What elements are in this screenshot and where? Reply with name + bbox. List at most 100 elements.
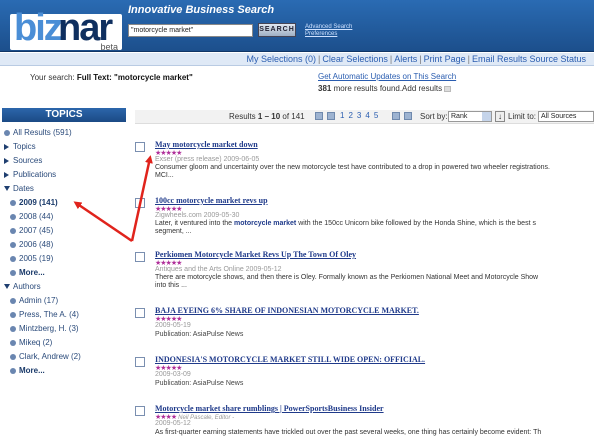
- sidebar-item-label: 2005 (19): [19, 254, 54, 263]
- sidebar-item-authors[interactable]: Authors: [4, 282, 41, 291]
- sidebar-date-2009[interactable]: 2009 (141): [10, 198, 58, 207]
- bullet-icon: [10, 269, 16, 276]
- sidebar-item-label: 2008 (44): [19, 212, 54, 221]
- result-item: INDONESIA'S MOTORCYCLE MARKET STILL WIDE…: [135, 355, 594, 395]
- result-checkbox[interactable]: [135, 308, 145, 318]
- header-links: Advanced Search Preferences: [305, 24, 352, 38]
- advanced-search-link[interactable]: Advanced Search: [305, 24, 352, 31]
- sidebar-author-mintzberg[interactable]: Mintzberg, H. (3): [10, 324, 79, 333]
- sidebar-author-admin[interactable]: Admin (17): [10, 296, 58, 305]
- result-meta: 2009-05-19: [155, 322, 191, 329]
- auto-updates-link[interactable]: Get Automatic Updates on This Search: [318, 72, 456, 81]
- results-toolbar: Results 1 – 10 of 141 12345 Sort by: Ran…: [135, 110, 594, 124]
- result-title-link[interactable]: May motorcycle market down: [155, 140, 258, 149]
- result-item: BAJA EYEING 6% SHARE OF INDONESIAN MOTOR…: [135, 306, 594, 346]
- result-checkbox[interactable]: [135, 198, 145, 208]
- bullet-icon: [10, 297, 16, 304]
- sidebar-item-label: Publications: [13, 170, 57, 179]
- results-count: Results 1 – 10 of 141: [229, 112, 305, 121]
- last-page-icon[interactable]: [404, 112, 412, 120]
- next-page-icon[interactable]: [392, 112, 400, 120]
- sort-select[interactable]: Rank: [448, 111, 492, 122]
- prev-page-icon[interactable]: [327, 112, 335, 120]
- limit-label: Limit to:: [508, 112, 537, 121]
- sidebar-item-publications[interactable]: Publications: [4, 170, 56, 179]
- result-snippet-line: There are motorcycle shows, and then the…: [155, 274, 539, 281]
- more-results-label[interactable]: more results found.Add results: [331, 84, 443, 93]
- pagination: 12345: [340, 111, 382, 120]
- result-title-link[interactable]: BAJA EYEING 6% SHARE OF INDONESIAN MOTOR…: [155, 306, 419, 315]
- collapse-down-icon: [4, 186, 10, 192]
- sidebar-date-2007[interactable]: 2007 (45): [10, 226, 53, 235]
- sidebar-item-sources[interactable]: Sources: [4, 156, 42, 165]
- sidebar-author-clark[interactable]: Clark, Andrew (2): [10, 352, 81, 361]
- sidebar-item-label: All Results (591): [13, 128, 72, 137]
- expand-right-icon: [4, 171, 9, 178]
- sidebar-author-press[interactable]: Press, The A. (4): [10, 310, 79, 319]
- result-checkbox[interactable]: [135, 406, 145, 416]
- page-3[interactable]: 3: [357, 111, 361, 120]
- sidebar-item-dates[interactable]: Dates: [4, 184, 34, 193]
- results-range: 1 – 10: [257, 112, 281, 121]
- sidebar-item-label: Sources: [13, 156, 43, 165]
- first-page-icon[interactable]: [315, 112, 323, 120]
- bullet-icon: [10, 325, 16, 332]
- nav-source-status[interactable]: Source Status: [529, 54, 586, 64]
- sidebar-date-2008[interactable]: 2008 (44): [10, 212, 53, 221]
- bullet-icon: [10, 199, 16, 206]
- sidebar-authors-more[interactable]: More...: [10, 366, 45, 375]
- result-title-link[interactable]: 100cc motorcycle market revs up: [155, 196, 268, 205]
- sort-direction-icon[interactable]: ↓: [495, 111, 505, 122]
- snippet-text: Later, it ventured into the: [155, 220, 234, 227]
- bullet-icon: [10, 353, 16, 360]
- result-title-link[interactable]: Perkiomen Motorcycle Market Revs Up The …: [155, 250, 356, 259]
- result-meta: 2009-03-09: [155, 371, 191, 378]
- nav-clear-selections[interactable]: Clear Selections: [322, 54, 388, 64]
- result-checkbox[interactable]: [135, 142, 145, 152]
- result-snippet-line: Consumer gloom and uncertainty over the …: [155, 164, 550, 171]
- result-snippet-line: into this ...: [155, 282, 187, 289]
- bullet-icon: [4, 129, 10, 136]
- nav-alerts[interactable]: Alerts: [394, 54, 417, 64]
- sidebar-dates-more[interactable]: More...: [10, 268, 45, 277]
- search-summary-query: Full Text: "motorcycle market": [76, 73, 193, 82]
- nav-my-selections[interactable]: My Selections (0): [246, 54, 316, 64]
- page-1[interactable]: 1: [340, 111, 344, 120]
- result-snippet-line: segment, ...: [155, 228, 192, 235]
- nav-email-results[interactable]: Email Results: [472, 54, 527, 64]
- bullet-icon: [10, 311, 16, 318]
- result-snippet: As first-quarter earning statements have…: [155, 429, 542, 436]
- sidebar-date-2005[interactable]: 2005 (19): [10, 254, 53, 263]
- nav-separator: |: [467, 54, 470, 64]
- page-4[interactable]: 4: [365, 111, 369, 120]
- nav-links: My Selections (0) | Clear Selections | Alert…: [246, 54, 586, 64]
- preferences-link[interactable]: Preferences: [305, 31, 352, 38]
- bullet-icon: [10, 367, 16, 374]
- limit-select[interactable]: All Sources: [538, 111, 594, 122]
- result-item: May motorcycle market down ★★★★★ Exser (…: [135, 140, 594, 186]
- result-item: 100cc motorcycle market revs up ★★★★★ Zi…: [135, 196, 594, 242]
- bullet-icon: [10, 255, 16, 262]
- page-5[interactable]: 5: [374, 111, 378, 120]
- result-title-link[interactable]: INDONESIA'S MOTORCYCLE MARKET STILL WIDE…: [155, 355, 425, 364]
- result-checkbox[interactable]: [135, 357, 145, 367]
- search-button[interactable]: SEARCH: [258, 23, 296, 37]
- sidebar-item-topics[interactable]: Topics: [4, 142, 36, 151]
- sidebar-item-all-results[interactable]: All Results (591): [4, 128, 72, 137]
- topics-header: TOPICS: [2, 108, 126, 122]
- app-header: biz nar beta Innovative Business Search …: [0, 0, 594, 52]
- search-input[interactable]: "motorcycle market": [128, 24, 253, 37]
- sidebar-item-label: 2006 (48): [19, 240, 54, 249]
- nav-print-page[interactable]: Print Page: [424, 54, 466, 64]
- sidebar-item-label: Dates: [13, 184, 34, 193]
- biznar-logo[interactable]: biz nar beta: [10, 6, 122, 52]
- nav-separator: |: [317, 54, 321, 64]
- result-title-link[interactable]: Motorcycle market share rumblings | Powe…: [155, 404, 384, 413]
- expand-right-icon: [4, 143, 9, 150]
- result-checkbox[interactable]: [135, 252, 145, 262]
- add-results-icon[interactable]: [444, 85, 452, 92]
- bullet-icon: [10, 213, 16, 220]
- page-2[interactable]: 2: [348, 111, 352, 120]
- sidebar-author-mikeq[interactable]: Mikeq (2): [10, 338, 52, 347]
- sidebar-date-2006[interactable]: 2006 (48): [10, 240, 53, 249]
